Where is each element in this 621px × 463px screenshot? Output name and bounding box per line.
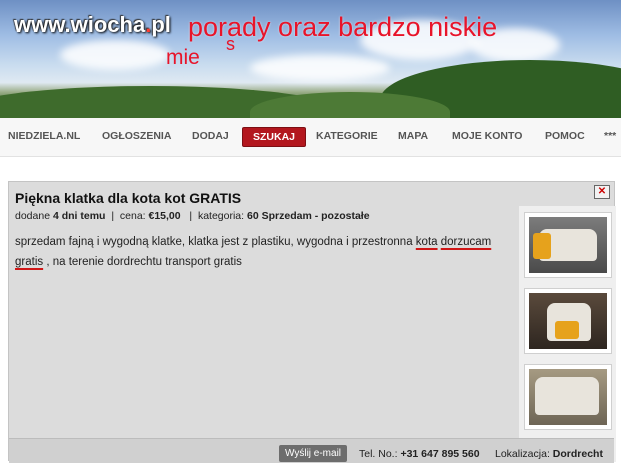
photo-thumbnail[interactable] (524, 364, 612, 430)
cat-cage-photo (529, 369, 607, 425)
meta-separator: | (108, 210, 117, 222)
close-icon[interactable]: ✕ (594, 185, 610, 199)
logo-tld: pl (151, 12, 171, 37)
nav-item-mapa[interactable]: MAPA (398, 130, 428, 142)
description-underlined: kota (415, 236, 438, 248)
photo-thumbnail[interactable] (524, 288, 612, 354)
photo-gallery (519, 206, 616, 462)
meta-separator: | (183, 210, 196, 222)
logo-text: www.wiocha (14, 12, 146, 37)
description-text: , na terenie dordrechtu transport gratis (43, 256, 242, 268)
main-nav: NIEDZIELA.NL OGŁOSZENIA DODAJ SZUKAJ KAT… (0, 118, 621, 157)
nav-item-kategorie[interactable]: KATEGORIE (316, 130, 378, 142)
location-value: Dordrecht (552, 448, 603, 460)
location-label: Lokalizacja: (495, 448, 550, 460)
nav-item-moje-konto[interactable]: MOJE KONTO (452, 130, 522, 142)
phone-value: +31 647 895 560 (400, 448, 480, 460)
listing-footer: Wyślij e-mail Tel. No.: +31 647 895 560 … (9, 438, 614, 463)
nav-item-niedziela[interactable]: NIEDZIELA.NL (8, 130, 80, 142)
added-value: 4 dni temu (52, 210, 106, 222)
nav-item-more[interactable]: *** (604, 130, 616, 142)
category-label: kategoria: (197, 210, 245, 222)
listing-card: Piękna klatka dla kota kot GRATIS ✕ doda… (8, 181, 616, 463)
added-label: dodane (15, 210, 51, 222)
send-email-button[interactable]: Wyślij e-mail (279, 445, 348, 462)
phone-info: Tel. No.: +31 647 895 560 (359, 448, 480, 460)
listing-meta: dodane 4 dni temu | cena: €15,00 | kateg… (15, 210, 370, 222)
price-value: €15,00 (148, 210, 181, 222)
banner-headline-line2: mie (166, 46, 200, 69)
banner-cloud (250, 55, 390, 81)
photo-thumbnail[interactable] (524, 212, 612, 278)
category-value[interactable]: 60 Sprzedam - pozostałe (247, 210, 370, 222)
cat-cage-photo (529, 293, 607, 349)
nav-item-dodaj[interactable]: DODAJ (192, 130, 229, 142)
description-text: sprzedam fajną i wygodną klatke, klatka … (15, 236, 416, 248)
cat-cage-photo (529, 217, 607, 273)
banner-headline-fragment: s (226, 34, 235, 54)
banner-cloud (60, 40, 170, 70)
nav-item-pomoc[interactable]: POMOC (545, 130, 585, 142)
price-label: cena: (119, 210, 146, 222)
listing-title[interactable]: Piękna klatka dla kota kot GRATIS (15, 190, 241, 206)
nav-item-ogloszenia[interactable]: OGŁOSZENIA (102, 130, 171, 142)
location-info: Lokalizacja: Dordrecht (495, 448, 603, 460)
phone-label: Tel. No.: (359, 448, 398, 460)
nav-item-szukaj[interactable]: SZUKAJ (242, 127, 307, 147)
listing-description: sprzedam fajną i wygodną klatke, klatka … (15, 232, 515, 272)
site-logo[interactable]: www.wiocha.pl (14, 12, 171, 38)
site-banner: www.wiocha.pl porady oraz bardzo niskie … (0, 0, 621, 118)
